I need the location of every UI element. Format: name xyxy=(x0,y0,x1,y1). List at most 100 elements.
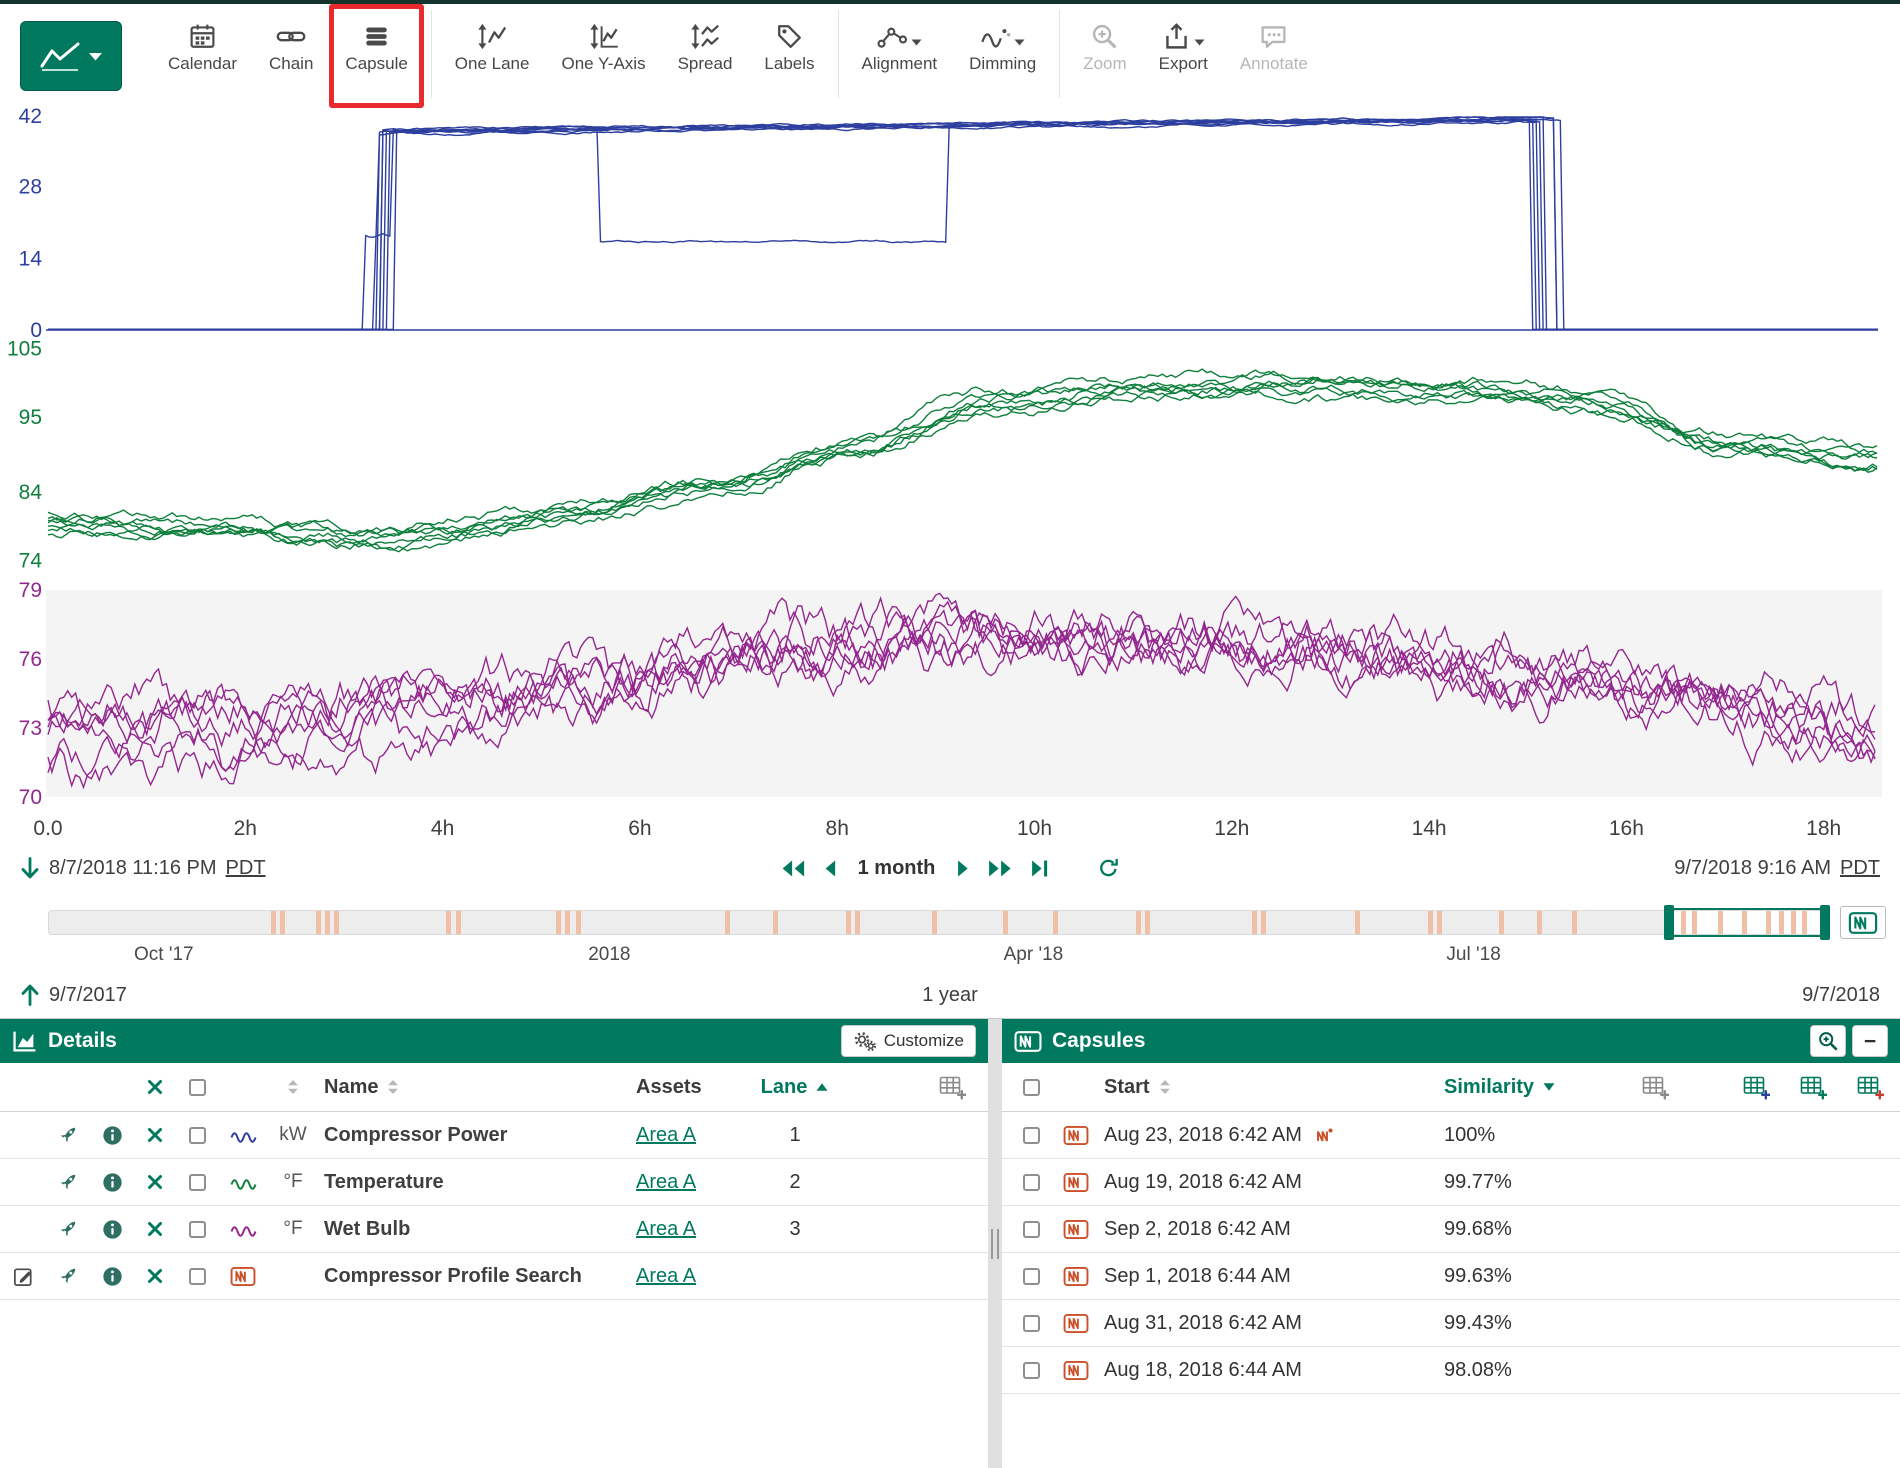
similarity-column-header[interactable]: Similarity xyxy=(1444,1076,1534,1099)
item-asset-link[interactable]: Area A xyxy=(636,1265,696,1288)
item-checkbox[interactable] xyxy=(189,1221,206,1238)
sort-by-type-button[interactable] xyxy=(268,1063,318,1111)
timebar-selection[interactable] xyxy=(1669,908,1826,937)
capsule-checkbox[interactable] xyxy=(1023,1268,1040,1285)
toolbar-button-one-lane[interactable]: One Lane xyxy=(439,4,546,108)
trend-series[interactable] xyxy=(48,119,1878,329)
item-info-button[interactable] xyxy=(90,1112,134,1158)
capsule-checkbox[interactable] xyxy=(1023,1362,1040,1379)
trend-series[interactable] xyxy=(48,119,1878,329)
go-to-end-button[interactable] xyxy=(1029,858,1050,879)
item-asset-link[interactable]: Area A xyxy=(636,1171,696,1194)
toolbar-button-labels[interactable]: Labels xyxy=(748,4,830,108)
item-checkbox[interactable] xyxy=(189,1174,206,1191)
view-selector-button[interactable] xyxy=(20,21,122,91)
capsule-checkbox[interactable] xyxy=(1023,1315,1040,1332)
toolbar-button-export[interactable]: Export xyxy=(1143,4,1224,108)
investigate-range-button[interactable] xyxy=(20,856,40,880)
send-item-button[interactable] xyxy=(46,1159,90,1205)
timebar-axis-label: 2018 xyxy=(588,944,630,966)
timebar-track[interactable] xyxy=(48,910,1830,935)
item-info-button[interactable] xyxy=(90,1159,134,1205)
add-stat-column-button-1[interactable] xyxy=(1743,1075,1770,1100)
toolbar-button-capsule[interactable]: Capsule xyxy=(329,4,423,108)
item-unit xyxy=(268,1253,318,1299)
toolbar-button-dimming[interactable]: Dimming xyxy=(953,4,1052,108)
capsule-similarity: 99.68% xyxy=(1444,1218,1512,1241)
expand-range-button[interactable] xyxy=(20,983,40,1007)
capsules-panel-icon xyxy=(1014,1030,1042,1053)
remove-all-items-button[interactable] xyxy=(134,1063,176,1111)
lane-column-header[interactable]: Lane xyxy=(761,1076,808,1099)
add-column-button[interactable] xyxy=(939,1075,966,1100)
trend-series[interactable] xyxy=(48,121,1878,329)
item-unit: °F xyxy=(268,1206,318,1252)
trend-series[interactable] xyxy=(48,378,1877,550)
send-item-button[interactable] xyxy=(46,1253,90,1299)
y-axis-tick-label: 105 xyxy=(7,337,42,360)
trend-series[interactable] xyxy=(48,387,1877,534)
edit-item-button[interactable] xyxy=(12,1265,35,1288)
item-asset-link[interactable]: Area A xyxy=(636,1218,696,1241)
timezone-link-end[interactable]: PDT xyxy=(1840,857,1880,880)
name-column-header[interactable]: Name xyxy=(324,1076,378,1099)
item-info-button[interactable] xyxy=(90,1206,134,1252)
timebar-capsule-mark xyxy=(556,911,561,934)
zoom-to-capsules-button[interactable] xyxy=(1810,1025,1846,1057)
remove-item-button[interactable] xyxy=(134,1159,176,1205)
sort-by-name-button[interactable] xyxy=(386,1079,400,1095)
trend-chart-icon xyxy=(39,40,81,72)
trend-series[interactable] xyxy=(48,117,1878,329)
trend-series[interactable] xyxy=(48,118,1878,329)
fast-forward-icon xyxy=(986,858,1013,879)
select-all-items-checkbox[interactable] xyxy=(189,1079,206,1096)
trend-series[interactable] xyxy=(48,118,1878,329)
item-checkbox[interactable] xyxy=(189,1127,206,1144)
trend-series[interactable] xyxy=(48,119,1878,330)
trend-series[interactable] xyxy=(48,369,1877,536)
timezone-link-start[interactable]: PDT xyxy=(226,857,266,880)
sort-by-start-button[interactable] xyxy=(1158,1079,1172,1095)
toolbar-button-calendar[interactable]: Calendar xyxy=(152,4,253,108)
step-forward-icon xyxy=(955,858,970,879)
select-all-capsules-checkbox[interactable] xyxy=(1023,1079,1040,1096)
start-column-header[interactable]: Start xyxy=(1104,1076,1150,1099)
customize-button[interactable]: Customize xyxy=(841,1025,976,1057)
pan-back-button[interactable] xyxy=(823,858,838,879)
trend-chart[interactable]: 4228140105958474797673700.02h4h6h8h10h12… xyxy=(0,108,1900,848)
capsule-checkbox[interactable] xyxy=(1023,1174,1040,1191)
range-duration-label[interactable]: 1 month xyxy=(858,857,936,880)
item-info-button[interactable] xyxy=(90,1253,134,1299)
customize-button-label: Customize xyxy=(884,1031,964,1051)
add-stat-column-button-3[interactable] xyxy=(1857,1075,1884,1100)
capsule-checkbox[interactable] xyxy=(1023,1221,1040,1238)
capsule-time-select-button[interactable] xyxy=(1840,906,1886,939)
add-column-button[interactable] xyxy=(1642,1075,1669,1100)
assets-column-header[interactable]: Assets xyxy=(636,1076,702,1099)
toolbar-button-one-y-axis[interactable]: One Y-Axis xyxy=(545,4,661,108)
toolbar-button-spread[interactable]: Spread xyxy=(662,4,749,108)
timebar-selection-right-handle[interactable] xyxy=(1820,905,1830,940)
pan-back-full-button[interactable] xyxy=(780,858,807,879)
timebar-capsule-mark xyxy=(1572,911,1577,934)
trend-series[interactable] xyxy=(48,371,1877,543)
remove-item-button[interactable] xyxy=(134,1206,176,1252)
add-stat-column-button-2[interactable] xyxy=(1800,1075,1827,1100)
panel-resize-handle[interactable] xyxy=(991,1229,999,1259)
pan-forward-button[interactable] xyxy=(955,858,970,879)
collapse-panel-button[interactable]: − xyxy=(1852,1025,1888,1057)
remove-item-button[interactable] xyxy=(134,1253,176,1299)
pan-forward-full-button[interactable] xyxy=(986,858,1013,879)
item-asset-link[interactable]: Area A xyxy=(636,1124,696,1147)
trend-series[interactable] xyxy=(48,117,1878,329)
send-item-button[interactable] xyxy=(46,1206,90,1252)
timebar-selection-left-handle[interactable] xyxy=(1664,905,1674,940)
capsule-checkbox[interactable] xyxy=(1023,1127,1040,1144)
toolbar-button-chain[interactable]: Chain xyxy=(253,4,329,108)
remove-item-button[interactable] xyxy=(134,1112,176,1158)
toolbar-button-alignment[interactable]: Alignment xyxy=(846,4,954,108)
capsule-similarity: 100% xyxy=(1444,1124,1495,1147)
refresh-button[interactable] xyxy=(1096,857,1120,879)
item-checkbox[interactable] xyxy=(189,1268,206,1285)
send-item-button[interactable] xyxy=(46,1112,90,1158)
